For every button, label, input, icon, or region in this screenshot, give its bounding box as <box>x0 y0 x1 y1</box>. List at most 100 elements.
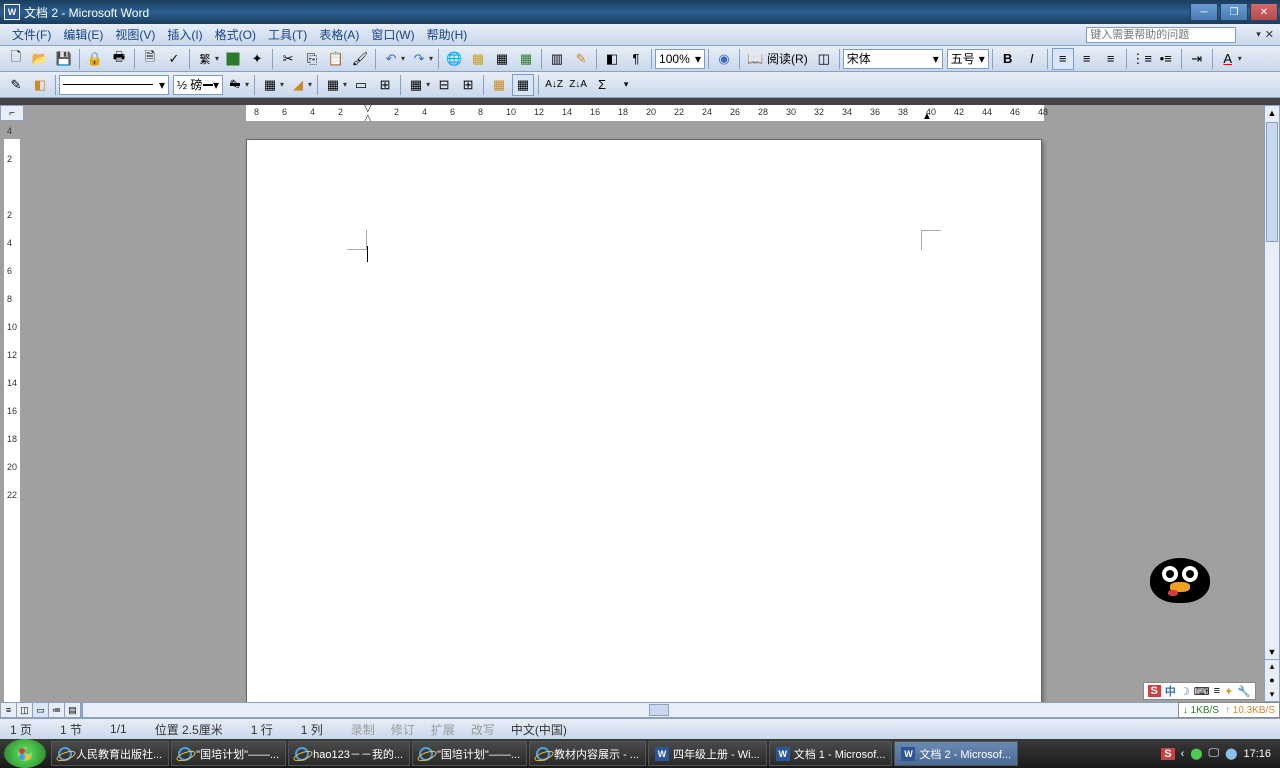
vertical-ruler[interactable]: 42246810121416182022 <box>0 121 24 702</box>
align-center-icon[interactable]: ≡ <box>1076 48 1098 70</box>
tray-clock[interactable]: 17:16 <box>1243 748 1271 760</box>
bold-icon[interactable]: B <box>997 48 1019 70</box>
browse-object-icon[interactable]: ● <box>1265 673 1279 687</box>
spelling-icon[interactable]: ✓ <box>163 48 185 70</box>
tables-borders-icon[interactable]: ▦ <box>467 48 489 70</box>
autosum-icon[interactable]: Σ <box>591 74 613 96</box>
taskbar-item[interactable]: 教材内容展示 - ... <box>529 741 646 766</box>
read-label[interactable]: 阅读(R) <box>767 50 808 67</box>
research-icon[interactable]: 🏿 <box>222 48 244 70</box>
permission-icon[interactable]: 🔒 <box>84 48 106 70</box>
horizontal-ruler[interactable]: ▽ △ ▲ 8642246810121416182022242628303234… <box>24 105 1264 121</box>
indent-icon[interactable]: ⇥ <box>1186 48 1208 70</box>
menu-format[interactable]: 格式(O) <box>209 24 262 45</box>
border-color-icon[interactable]: ✎ <box>224 74 246 96</box>
paste-icon[interactable]: 📋 <box>325 48 347 70</box>
columns-icon[interactable]: ▥ <box>546 48 568 70</box>
font-size-combo[interactable]: 五号▾ <box>947 49 989 69</box>
borders-icon[interactable]: ▦ <box>259 74 281 96</box>
print-preview-icon[interactable]: 🗎 <box>139 48 161 70</box>
ime-tool-icon[interactable]: 🔧 <box>1237 685 1251 698</box>
bullets-icon[interactable]: •≡ <box>1155 48 1177 70</box>
tray-volume-icon[interactable]: ⬤ <box>1225 747 1237 760</box>
status-revision[interactable]: 修订 <box>391 721 415 738</box>
ime-moon-icon[interactable]: ☽ <box>1180 685 1190 698</box>
sort-desc-icon[interactable]: Z↓A <box>567 74 589 96</box>
menu-help[interactable]: 帮助(H) <box>421 24 474 45</box>
font-color-icon[interactable]: A <box>1217 48 1239 70</box>
ime-s-icon[interactable]: S <box>1148 685 1161 697</box>
align-cell-icon[interactable]: ▦ <box>405 74 427 96</box>
qq-penguin-icon[interactable] <box>1150 558 1220 608</box>
ime-menu-icon[interactable]: ≡ <box>1214 685 1220 697</box>
help-icon[interactable]: ◉ <box>713 48 735 70</box>
taskbar-item[interactable]: W文档 2 - Microsof... <box>894 741 1018 766</box>
taskbar-item[interactable]: W四年级上册 - Wi... <box>648 741 767 766</box>
web-view-icon[interactable]: ◫ <box>17 703 33 717</box>
distribute-rows-icon[interactable]: ⊟ <box>433 74 455 96</box>
scroll-down-icon[interactable]: ▼ <box>1265 645 1279 659</box>
merge-cells-icon[interactable]: ▭ <box>350 74 372 96</box>
split-cells-icon[interactable]: ⊞ <box>374 74 396 96</box>
excel-icon[interactable]: ▦ <box>515 48 537 70</box>
distribute-cols-icon[interactable]: ⊞ <box>457 74 479 96</box>
horizontal-scrollbar[interactable] <box>82 702 1264 718</box>
close-button[interactable]: ✕ <box>1250 3 1278 21</box>
menu-window[interactable]: 窗口(W) <box>365 24 420 45</box>
tray-arrow-icon[interactable]: ‹ <box>1181 748 1185 760</box>
taskbar-item[interactable]: "国培计划"——... <box>171 741 286 766</box>
hanging-indent-icon[interactable]: △ <box>364 113 372 121</box>
start-button[interactable] <box>4 739 46 768</box>
tray-sogou-icon[interactable]: S <box>1161 748 1174 760</box>
prev-page-icon[interactable]: ▴ <box>1265 659 1279 673</box>
status-overwrite[interactable]: 改写 <box>471 721 495 738</box>
taskbar-item[interactable]: hao123－－我的... <box>288 741 410 766</box>
ime-skin-icon[interactable]: ✦ <box>1224 685 1233 698</box>
line-style-combo[interactable]: ▾ <box>59 75 169 95</box>
outline-view-icon[interactable]: ≔ <box>49 703 65 717</box>
vertical-scrollbar[interactable]: ▲ ▼ ▴ ● ▾ <box>1264 105 1280 702</box>
italic-icon[interactable]: I <box>1021 48 1043 70</box>
print-icon[interactable]: 🖶 <box>108 48 130 70</box>
change-direction-icon[interactable]: ▦ <box>512 74 534 96</box>
help-search-input[interactable] <box>1086 27 1236 43</box>
vscroll-thumb[interactable] <box>1266 122 1278 242</box>
traditional-chinese-icon[interactable]: 繁 <box>194 48 216 70</box>
ime-keyboard-icon[interactable]: ⌨ <box>1194 685 1210 698</box>
menu-tools[interactable]: 工具(T) <box>262 24 313 45</box>
zoom-combo[interactable]: 100%▾ <box>655 49 705 69</box>
next-page-icon[interactable]: ▾ <box>1265 687 1279 701</box>
shading-icon[interactable]: ◢ <box>287 74 309 96</box>
hyperlink-icon[interactable]: 🌐 <box>443 48 465 70</box>
ime-toolbar[interactable]: S 中 ☽ ⌨ ≡ ✦ 🔧 <box>1143 682 1256 700</box>
maximize-button[interactable]: ❐ <box>1220 3 1248 21</box>
insert-table-icon[interactable]: ▦ <box>491 48 513 70</box>
draw-table-icon[interactable]: ✎ <box>5 74 27 96</box>
close-document-button[interactable]: ✕ <box>1265 28 1274 41</box>
menu-edit[interactable]: 编辑(E) <box>57 24 109 45</box>
normal-view-icon[interactable]: ≡ <box>1 703 17 717</box>
open-icon[interactable]: 📂 <box>29 48 51 70</box>
document-page[interactable] <box>246 139 1042 702</box>
undo-icon[interactable]: ↶ <box>380 48 402 70</box>
menu-insert[interactable]: 插入(I) <box>161 24 208 45</box>
copy-icon[interactable]: ⎘ <box>301 48 323 70</box>
taskbar-item[interactable]: W文档 1 - Microsof... <box>769 741 893 766</box>
taskbar-item[interactable]: "国培计划"——... <box>412 741 527 766</box>
align-right-icon[interactable]: ≡ <box>1100 48 1122 70</box>
menu-options-arrow[interactable]: ▾ <box>1256 29 1261 40</box>
drawing-icon[interactable]: ✎ <box>570 48 592 70</box>
numbering-icon[interactable]: ⋮≡ <box>1131 48 1153 70</box>
status-extend[interactable]: 扩展 <box>431 721 455 738</box>
show-marks-icon[interactable]: ¶ <box>625 48 647 70</box>
toolbar-options-icon[interactable]: ▾ <box>615 74 637 96</box>
menu-table[interactable]: 表格(A) <box>313 24 365 45</box>
redo-icon[interactable]: ↷ <box>408 48 430 70</box>
menu-view[interactable]: 视图(V) <box>109 24 161 45</box>
chinese-tool-icon[interactable]: ✦ <box>246 48 268 70</box>
cut-icon[interactable]: ✂ <box>277 48 299 70</box>
eraser-icon[interactable]: ◧ <box>29 74 51 96</box>
font-combo[interactable]: 宋体▾ <box>843 49 943 69</box>
doc-map-icon[interactable]: ◧ <box>601 48 623 70</box>
taskbar-item[interactable]: 人民教育出版社... <box>51 741 169 766</box>
